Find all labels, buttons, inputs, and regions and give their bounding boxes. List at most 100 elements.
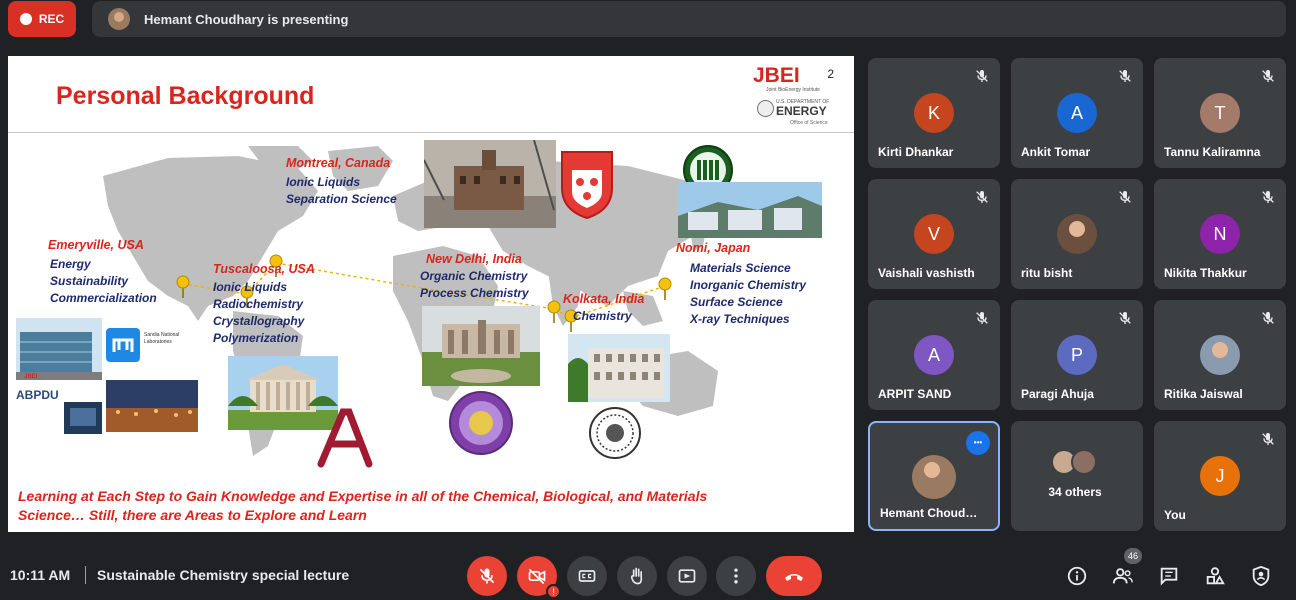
slide-footer-line2: Science… Still, there are Areas to Explo… (18, 507, 367, 523)
tile-name: Paragi Ahuja (1021, 387, 1094, 401)
jbei-logo: JBEI (753, 64, 800, 87)
mcgill-shield-logo (561, 151, 613, 220)
present-now-button[interactable] (667, 556, 707, 596)
avatar: J (1200, 456, 1240, 496)
doe-office-text: Office of Science (790, 120, 828, 126)
present-icon (678, 569, 696, 583)
location-item: Energy (50, 257, 91, 271)
location-item: Ionic Liquids (213, 280, 287, 294)
meeting-details-button[interactable] (1065, 564, 1089, 588)
participant-tile[interactable]: A ARPIT SAND (868, 300, 1000, 410)
mic-off-icon (1117, 189, 1133, 205)
participant-tile[interactable]: P Paragi Ahuja (1011, 300, 1143, 410)
top-bar: REC Hemant Choudhary is presenting (0, 0, 1296, 40)
avatar: T (1200, 93, 1240, 133)
tile-name: Ankit Tomar (1021, 145, 1091, 159)
hangup-icon (785, 574, 803, 581)
slide-title: Personal Background (56, 82, 315, 110)
location-item: Polymerization (213, 331, 299, 345)
participant-tile[interactable]: Ritika Jaiswal (1154, 300, 1286, 410)
participant-tile[interactable]: ••• Hemant Choud… (868, 421, 1000, 531)
participant-tile[interactable]: N Nikita Thakkur (1154, 179, 1286, 289)
recording-indicator[interactable]: REC (8, 1, 76, 37)
mic-off-icon (974, 189, 990, 205)
tile-name: Nikita Thakkur (1164, 266, 1247, 280)
avatar-face (1069, 221, 1085, 237)
meeting-clock: 10:11 AM (10, 567, 71, 583)
mic-off-icon (974, 310, 990, 326)
jbei-small-logo: JBEI (24, 374, 38, 380)
participant-tile[interactable]: A Ankit Tomar (1011, 58, 1143, 168)
participant-tile[interactable]: J You (1154, 421, 1286, 531)
tile-name: Vaishali vashisth (878, 266, 975, 280)
location-newdelhi-city: New Delhi, India (426, 252, 522, 266)
people-count-badge: 46 (1124, 548, 1142, 564)
montreal-building-photo (424, 140, 556, 228)
abpdu-logo-text: ABPDU (16, 388, 59, 402)
jbei-subtitle: Joint BioEnergy Institute (766, 87, 820, 93)
leave-call-button[interactable] (766, 556, 822, 596)
participant-tile[interactable]: V Vaishali vashisth (868, 179, 1000, 289)
rec-label: REC (38, 12, 65, 26)
location-tuscaloosa-items: Ionic Liquids Radiochemistry Crystallogr… (213, 279, 304, 347)
bottom-control-bar: 10:11 AM Sustainable Chemistry special l… (0, 540, 1296, 600)
participant-tile[interactable]: T Tannu Kaliramna (1154, 58, 1286, 168)
others-avatars (1051, 449, 1107, 475)
record-dot-icon (19, 13, 32, 25)
meeting-title: Sustainable Chemistry special lecture (97, 567, 350, 583)
location-item: X-ray Techniques (690, 312, 790, 326)
mic-off-icon (1260, 431, 1276, 447)
location-item: Process Chemistry (420, 286, 529, 300)
more-icon (734, 568, 738, 584)
tile-name: Ritika Jaiswal (1164, 387, 1243, 401)
mic-off-icon (479, 568, 495, 584)
mic-off-icon (1260, 189, 1276, 205)
bar-divider (85, 566, 86, 584)
tile-name: ritu bisht (1021, 266, 1073, 280)
avatar: V (914, 214, 954, 254)
participant-tile[interactable]: ritu bisht (1011, 179, 1143, 289)
location-item: Crystallography (213, 314, 305, 328)
location-newdelhi-items: Organic Chemistry Process Chemistry (420, 268, 529, 302)
mic-off-icon (1117, 310, 1133, 326)
participant-tile[interactable]: 34 others (1011, 421, 1143, 531)
activities-icon (1206, 567, 1225, 585)
mic-toggle-button[interactable] (467, 556, 507, 596)
people-button[interactable] (1111, 564, 1135, 588)
avatar: K (914, 93, 954, 133)
sandia-logo (106, 328, 140, 367)
avatar-face (924, 462, 940, 478)
participant-tile[interactable]: K Kirti Dhankar (868, 58, 1000, 168)
mic-off-icon (1260, 68, 1276, 84)
raise-hand-button[interactable] (617, 556, 657, 596)
doe-seal-icon (757, 100, 774, 117)
more-options-button[interactable] (716, 556, 756, 596)
avatar: A (914, 335, 954, 375)
avatar (912, 455, 956, 499)
delhi-university-logo (449, 391, 513, 455)
host-controls-button[interactable] (1249, 564, 1273, 588)
pin-icon (658, 277, 672, 300)
activities-button[interactable] (1203, 564, 1227, 588)
avatar (1200, 335, 1240, 375)
tile-name: ARPIT SAND (878, 387, 952, 401)
location-item: Inorganic Chemistry (690, 278, 807, 292)
location-emeryville-city: Emeryville, USA (48, 238, 144, 252)
location-item: Organic Chemistry (420, 269, 528, 283)
raise-hand-icon (630, 567, 643, 585)
bay-area-night-photo (106, 380, 198, 432)
mic-off-icon (1117, 68, 1133, 84)
mic-off-icon (974, 68, 990, 84)
emeryville-building-photo: JBEI (16, 318, 102, 380)
location-item: Chemistry (573, 309, 632, 323)
location-item: Materials Science (690, 261, 791, 275)
chat-button[interactable] (1157, 564, 1181, 588)
avatar (1071, 449, 1097, 475)
tile-name: Tannu Kaliramna (1164, 145, 1261, 159)
sandia-logo-text: Sandia National Laboratories (144, 332, 180, 345)
tile-more-options-icon[interactable]: ••• (966, 431, 990, 455)
captions-button[interactable] (567, 556, 607, 596)
presentation-slide: Personal Background JBEI Joint BioEnergy… (8, 56, 854, 532)
camera-toggle-button[interactable]: ! (517, 556, 561, 599)
sandia-thunderbird-icon (106, 328, 140, 362)
